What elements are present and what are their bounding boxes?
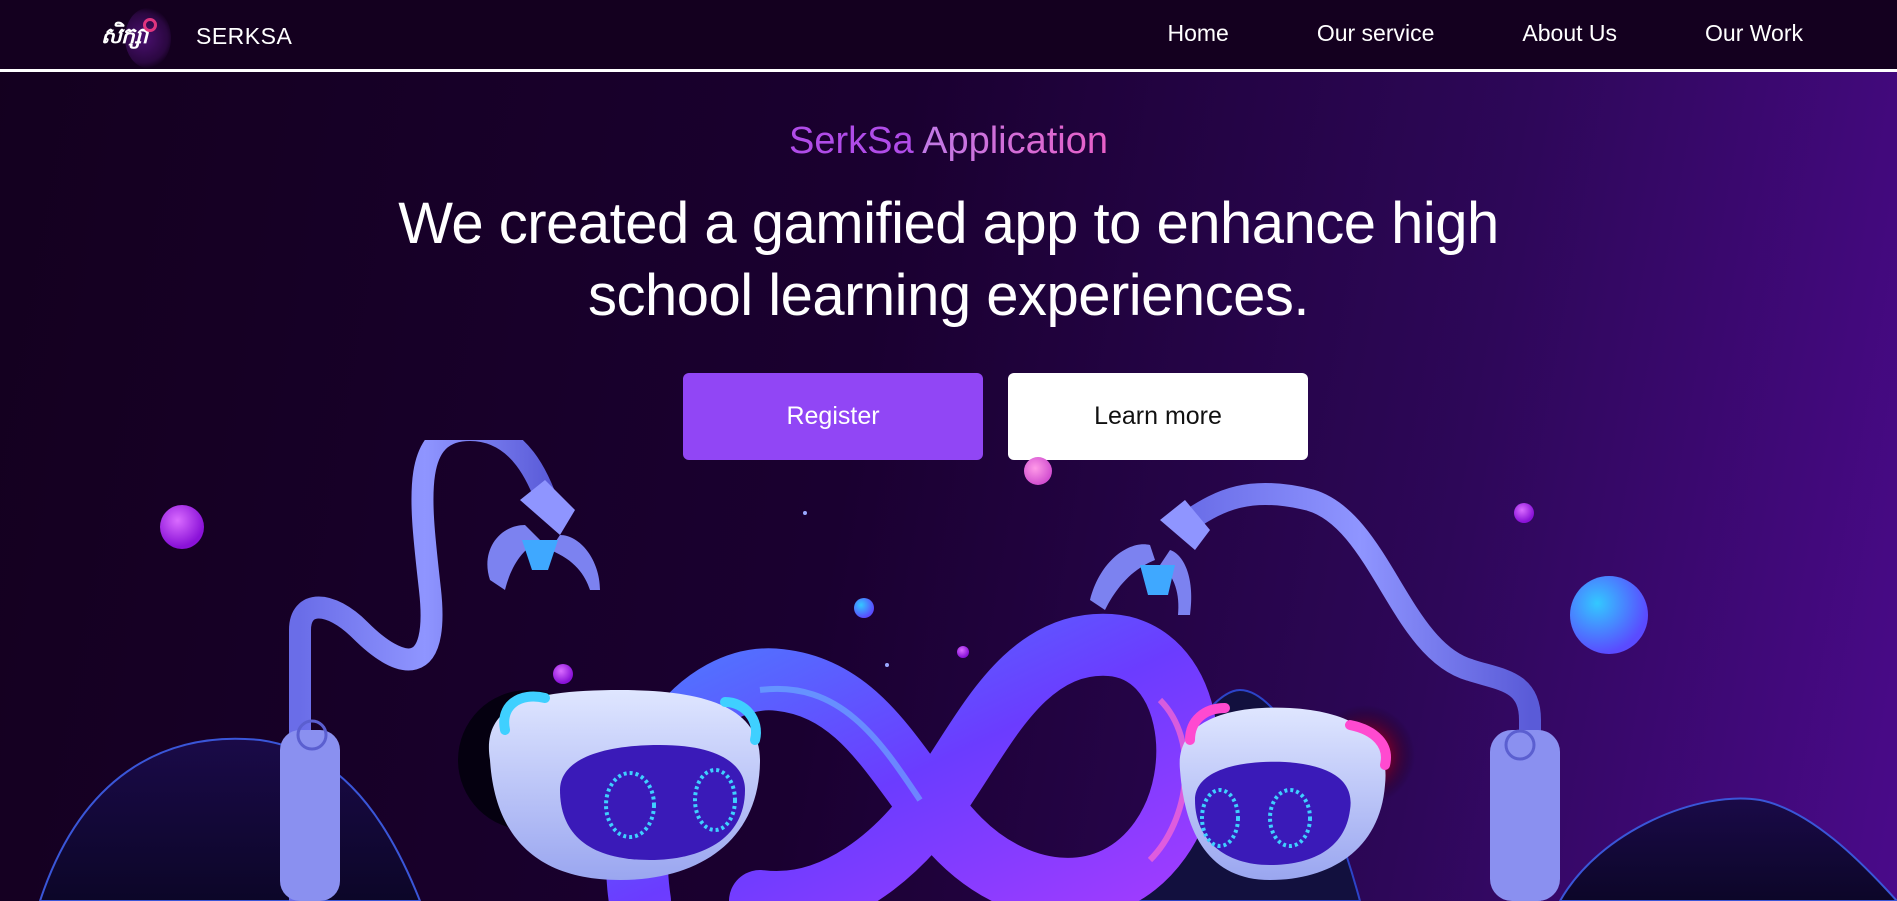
hero-illustration — [38, 440, 1897, 901]
orb-purple-left — [160, 505, 204, 549]
hill-left — [38, 737, 422, 901]
serksa-logo-icon[interactable]: សិក្សា — [95, 8, 171, 68]
nav-links: Home Our service About Us Our Work — [1079, 20, 1803, 47]
robot-right-base — [1490, 730, 1560, 901]
star-1 — [803, 511, 807, 515]
nav-link-our-service[interactable]: Our service — [1317, 20, 1435, 47]
brand[interactable]: សិក្សា SERKSA — [95, 8, 292, 68]
nav-link-about-us[interactable]: About Us — [1522, 20, 1617, 47]
orb-blue-small — [854, 598, 874, 618]
navbar: សិក្សា SERKSA Home Our service About Us … — [0, 0, 1897, 72]
hero-title: We created a gamified app to enhance hig… — [398, 191, 1499, 328]
logo-mark: សិក្សា — [101, 23, 148, 49]
logo-dot — [143, 18, 157, 32]
claw-left — [487, 480, 600, 590]
nav-link-our-work[interactable]: Our Work — [1705, 20, 1803, 47]
orb-purple-tiny — [957, 646, 969, 658]
hill-right — [1558, 797, 1897, 901]
brand-name[interactable]: SERKSA — [196, 23, 292, 50]
robot-left-icon — [488, 690, 761, 880]
hero-subtitle-brand: SerkSa — [789, 120, 914, 162]
robot-left-base — [280, 730, 340, 901]
orb-purple-right — [1514, 503, 1534, 523]
claw-right — [1090, 500, 1210, 615]
star-2 — [885, 663, 889, 667]
orb-purple-small — [553, 664, 573, 684]
hero-subtitle-app: Application — [922, 120, 1108, 162]
robot-right-icon — [1179, 703, 1391, 880]
hero-subtitle: SerkSa Application — [0, 120, 1897, 163]
nav-link-home[interactable]: Home — [1167, 20, 1228, 47]
orb-blue-right — [1570, 576, 1648, 654]
orb-pink-top — [1024, 457, 1052, 485]
page: សិក្សា SERKSA Home Our service About Us … — [0, 0, 1897, 901]
